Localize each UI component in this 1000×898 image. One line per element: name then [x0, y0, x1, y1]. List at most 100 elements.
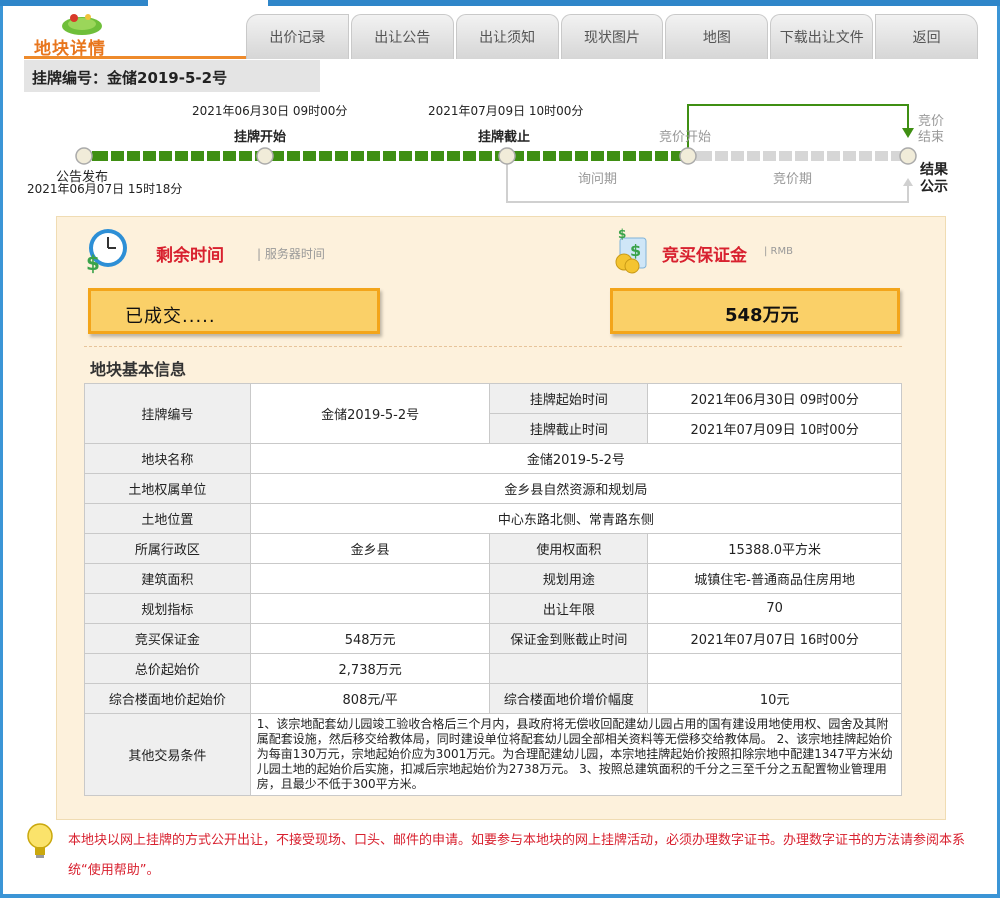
remaining-time-box: 已成交..... — [88, 288, 380, 334]
table-row: 土地位置 中心东路北侧、常青路东侧 — [84, 503, 903, 534]
table-cell: 15388.0平方米 — [647, 533, 902, 564]
svg-text:$: $ — [86, 251, 100, 274]
table-row: 土地权属单位 金乡县自然资源和规划局 — [84, 473, 903, 504]
table-row: 所属行政区 金乡县 使用权面积 15388.0平方米 — [84, 533, 902, 564]
timeline: 2021年06月30日 09时00分 挂牌开始 2021年07月09日 10时0… — [0, 96, 1000, 208]
table-cell: 808元/平 — [249, 683, 491, 714]
timeline-active-track — [92, 151, 682, 161]
table-cell: 地块名称 — [84, 443, 251, 474]
end-time: 2021年07月09日 10时00分 — [428, 104, 584, 118]
start-time: 2021年06月30日 09时00分 — [192, 104, 348, 118]
table-cell: 总价起始价 — [84, 653, 251, 684]
leaf-icon — [62, 14, 102, 35]
svg-text:$: $ — [630, 241, 641, 260]
svg-text:$: $ — [618, 227, 626, 241]
node-start — [256, 147, 274, 165]
bid-end-label: 竞价结束 — [918, 114, 945, 145]
info-table: 挂牌编号 金储2019-5-2号 挂牌起始时间 2021年06月30日 09时0… — [84, 383, 903, 796]
tab-bid-records[interactable]: 出价记录 — [246, 14, 349, 59]
tab-announcement[interactable]: 出让公告 — [350, 14, 454, 59]
table-row: 其他交易条件 1、该宗地配套幼儿园竣工验收合格后三个月内，县政府将无偿收回配建幼… — [84, 713, 903, 796]
table-cell: 规划用途 — [489, 563, 649, 594]
node-end — [498, 147, 516, 165]
table-cell: 土地权属单位 — [84, 473, 251, 504]
node-bid-end — [899, 147, 917, 165]
table-cell: 2021年07月09日 10时00分 — [647, 413, 902, 444]
tab-notice[interactable]: 出让须知 — [455, 14, 559, 59]
info-divider — [84, 346, 902, 347]
tab-photos[interactable]: 现状图片 — [560, 14, 664, 59]
money-icon: $ $ — [615, 227, 647, 274]
table-cell: 土地位置 — [84, 503, 251, 534]
table-cell — [647, 653, 902, 684]
tab-map[interactable]: 地图 — [665, 14, 769, 59]
table-cell: 规划指标 — [84, 593, 251, 624]
end-label: 挂牌截止 — [478, 130, 531, 145]
listing-number: 挂牌编号：金储2019-5-2号 — [32, 69, 228, 87]
table-cell — [249, 593, 491, 624]
deposit-value: 548万元 — [725, 305, 799, 326]
inquiry-period-label: 询问期 — [578, 172, 618, 187]
start-label: 挂牌开始 — [234, 130, 287, 145]
remaining-time-title: 剩余时间 — [156, 246, 224, 266]
deposit-currency: | RMB — [764, 246, 793, 257]
node-bid-start — [679, 147, 697, 165]
server-time-label: | 服务器时间 — [257, 247, 325, 261]
clock-icon: $ — [86, 229, 127, 274]
deposit-box: 548万元 — [610, 288, 900, 334]
table-cell: 10元 — [647, 683, 902, 714]
table-cell: 综合楼面地价起始价 — [84, 683, 251, 714]
bid-start-label: 竞价开始 — [659, 130, 712, 145]
table-cell: 中心东路北侧、常青路东侧 — [249, 503, 903, 534]
table-cell: 金储2019-5-2号 — [249, 443, 903, 474]
table-cell: 出让年限 — [489, 593, 649, 624]
notice-text: 本地块以网上挂牌的方式公开出让，不接受现场、口头、邮件的申请。如要参与本地块的网… — [68, 833, 966, 878]
table-cell: 其他交易条件 — [84, 713, 251, 796]
remaining-time-value: 已成交..... — [125, 306, 216, 327]
conditions-text: 1、该宗地配套幼儿园竣工验收合格后三个月内，县政府将无偿收回配建幼儿园占用的国有… — [249, 713, 903, 796]
table-cell: 竞买保证金 — [84, 623, 251, 654]
table-row: 规划指标 出让年限 70 — [84, 593, 902, 624]
lightbulb-icon — [27, 823, 53, 858]
result-label: 结果公示 — [920, 162, 948, 195]
frame-bottom — [0, 894, 1000, 898]
announce-time: 2021年06月07日 15时18分 — [27, 182, 183, 196]
table-cell: 金储2019-5-2号 — [249, 383, 491, 444]
top-stripe-gap — [148, 0, 268, 6]
table-row: 挂牌编号 金储2019-5-2号 挂牌起始时间 2021年06月30日 09时0… — [84, 383, 902, 444]
table-cell: 金乡县 — [249, 533, 491, 564]
nav-tabs: 出价记录 出让公告 出让须知 现状图片 地图 下载出让文件 返回 — [246, 14, 979, 59]
table-cell: 70 — [647, 593, 902, 624]
table-row: 综合楼面地价起始价 808元/平 综合楼面地价增价幅度 10元 — [84, 683, 902, 714]
table-row: 地块名称 金储2019-5-2号 — [84, 443, 903, 474]
node-announce — [75, 147, 93, 165]
table-cell: 挂牌起始时间 — [489, 383, 649, 414]
table-row: 竞买保证金 548万元 保证金到账截止时间 2021年07月07日 16时00分 — [84, 623, 902, 654]
table-cell: 城镇住宅-普通商品住房用地 — [647, 563, 902, 594]
table-cell: 2021年07月07日 16时00分 — [647, 623, 902, 654]
table-cell: 2021年06月30日 09时00分 — [647, 383, 902, 414]
table-cell: 金乡县自然资源和规划局 — [249, 473, 903, 504]
table-cell: 使用权面积 — [489, 533, 649, 564]
table-row: 总价起始价 2,738万元 — [84, 653, 902, 684]
deposit-title: 竞买保证金 — [662, 246, 747, 266]
table-cell: 所属行政区 — [84, 533, 251, 564]
table-cell — [489, 653, 649, 684]
timeline-inactive-track — [696, 151, 902, 161]
tab-download-docs[interactable]: 下载出让文件 — [770, 14, 874, 59]
tab-back[interactable]: 返回 — [875, 14, 979, 59]
info-title: 地块基本信息 — [90, 360, 187, 379]
table-row: 建筑面积 规划用途 城镇住宅-普通商品住房用地 — [84, 563, 902, 594]
table-cell: 2,738万元 — [249, 653, 491, 684]
table-cell: 挂牌截止时间 — [489, 413, 649, 444]
bidding-period-label: 竞价期 — [773, 172, 813, 187]
table-cell: 建筑面积 — [84, 563, 251, 594]
table-cell: 挂牌编号 — [84, 383, 251, 444]
listing-number-bar: 挂牌编号：金储2019-5-2号 — [24, 60, 320, 92]
table-cell: 548万元 — [249, 623, 491, 654]
logo: 地块详情 — [30, 12, 140, 59]
table-cell: 保证金到账截止时间 — [489, 623, 649, 654]
table-cell — [249, 563, 491, 594]
logo-underline — [24, 56, 250, 59]
table-cell: 综合楼面地价增价幅度 — [489, 683, 649, 714]
